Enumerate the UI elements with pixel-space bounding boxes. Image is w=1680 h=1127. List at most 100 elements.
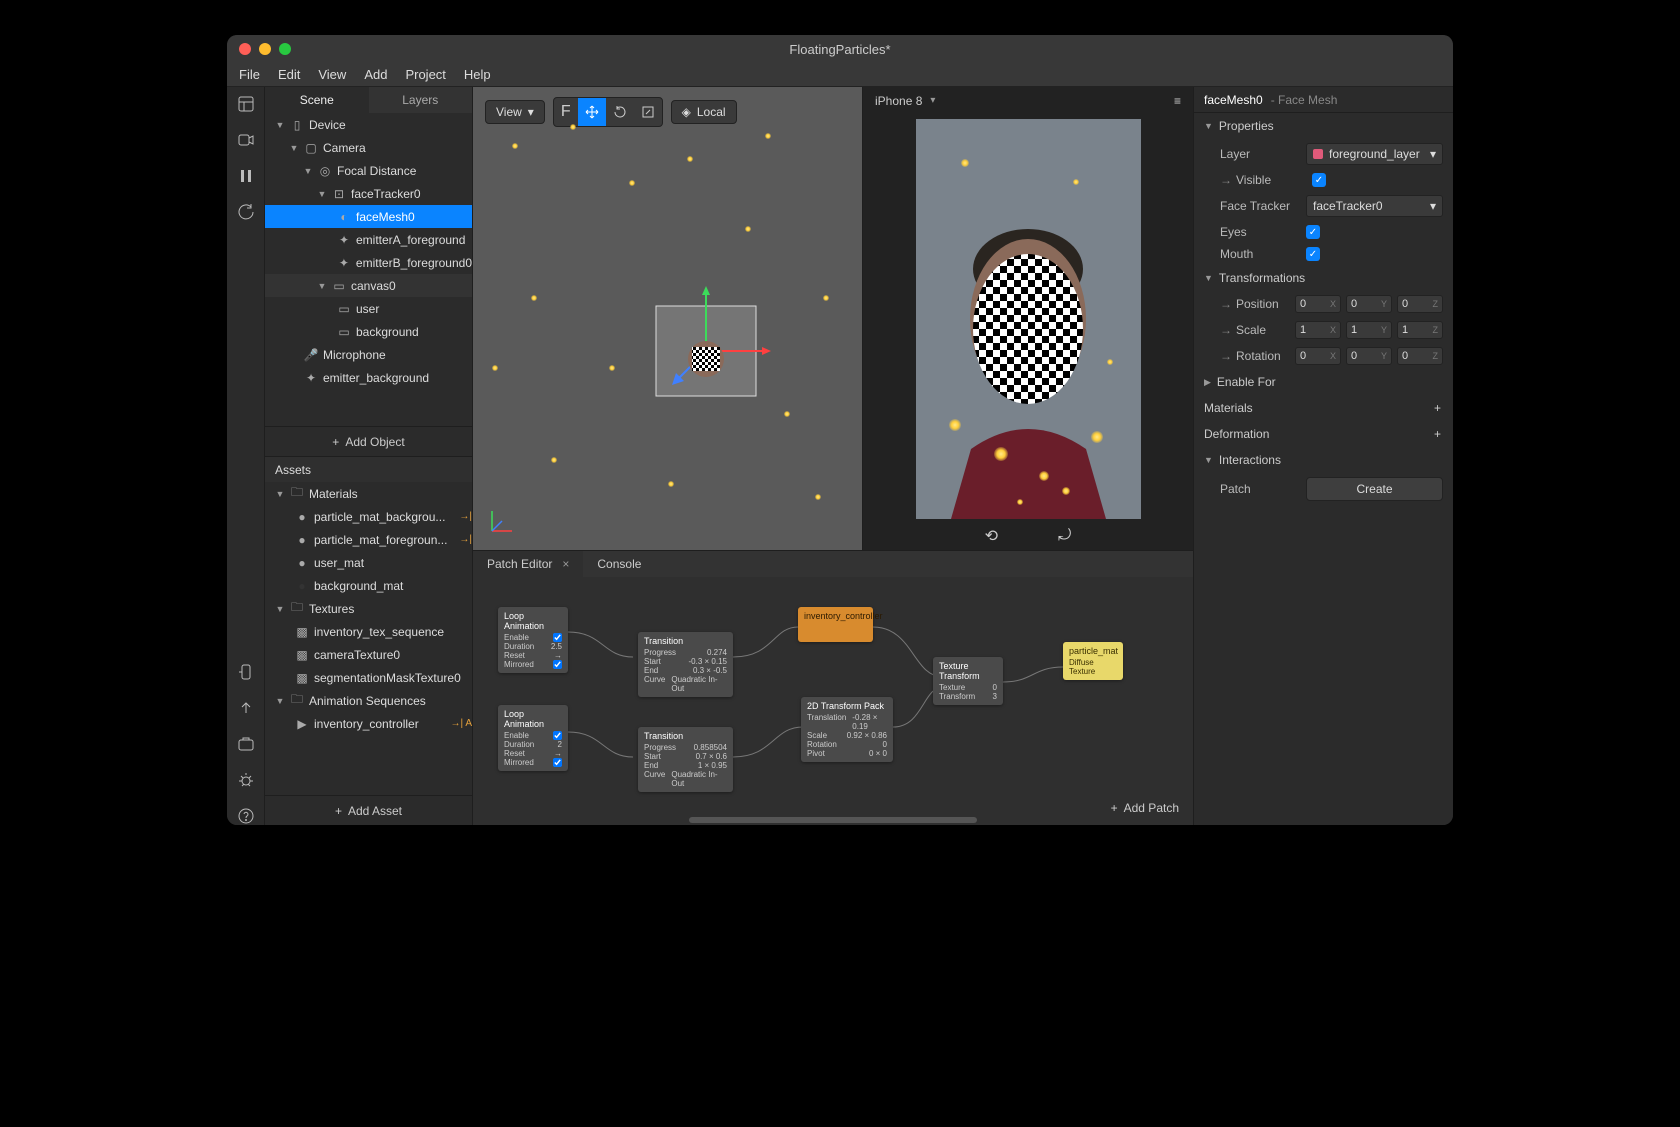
scene-item-user[interactable]: ▭user (265, 297, 472, 320)
section-transforms[interactable]: ▼Transformations (1194, 265, 1453, 291)
tool-rotate[interactable] (606, 98, 634, 126)
scene-item-canvas[interactable]: ▼▭canvas0 (265, 274, 472, 297)
mouth-checkbox[interactable]: ✓ (1306, 247, 1320, 261)
create-patch-button[interactable]: Create (1306, 477, 1443, 501)
section-materials[interactable]: Materials+ (1194, 395, 1453, 421)
asset-mat-back[interactable]: ●background_mat (265, 574, 472, 597)
tool-move[interactable] (578, 98, 606, 126)
pos-y-input[interactable]: 0Y (1346, 295, 1392, 313)
plus-icon: + (332, 435, 339, 449)
scl-x-input[interactable]: 1X (1295, 321, 1341, 339)
viewport-3d[interactable]: View▾ F ◈Local (473, 87, 863, 550)
preview-device[interactable]: iPhone 8 (875, 94, 922, 108)
chevron-down-icon[interactable]: ▾ (930, 95, 935, 106)
facetracker-select[interactable]: faceTracker0▾ (1306, 195, 1443, 217)
node-textransform[interactable]: Texture Transform Texture0 Transform3 (933, 657, 1003, 705)
help-icon[interactable] (237, 807, 255, 825)
node-transition1[interactable]: Transition Progress0.274 Start-0.3 × 0.1… (638, 632, 733, 697)
refresh-icon[interactable]: ⟲ (985, 526, 998, 546)
section-enablefor[interactable]: ▶Enable For (1194, 369, 1453, 395)
camera-icon[interactable] (237, 131, 255, 149)
scene-item-mic[interactable]: 🎤Microphone (265, 343, 472, 366)
asset-mat-user[interactable]: ●user_mat (265, 551, 472, 574)
asset-group-anim[interactable]: ▼🗀Animation Sequences (265, 689, 472, 712)
asset-group-materials[interactable]: ▼🗀Materials (265, 482, 472, 505)
node-loop1[interactable]: Loop Animation Enable Duration2.5 Reset→… (498, 607, 568, 673)
tab-layers[interactable]: Layers (369, 87, 473, 113)
asset-mat-fg[interactable]: ●particle_mat_foregroun...→| (265, 528, 472, 551)
menu-view[interactable]: View (318, 67, 346, 82)
refresh-icon[interactable] (237, 203, 255, 221)
rot-y-input[interactable]: 0Y (1346, 347, 1392, 365)
layout-icon[interactable] (237, 95, 255, 113)
library-icon[interactable] (237, 735, 255, 753)
node-particlemat[interactable]: particle_mat Diffuse Texture (1063, 642, 1123, 680)
preview-canvas[interactable] (916, 119, 1141, 519)
tab-console[interactable]: Console (583, 551, 655, 577)
window-title: FloatingParticles* (789, 42, 890, 57)
patch-canvas[interactable]: Loop Animation Enable Duration2.5 Reset→… (473, 577, 1193, 825)
scene-item-facetracker[interactable]: ▼⊡faceTracker0 (265, 182, 472, 205)
rot-z-input[interactable]: 0Z (1397, 347, 1443, 365)
scene-item-camera[interactable]: ▼▢Camera (265, 136, 472, 159)
node-inventory[interactable]: inventory_controller (798, 607, 873, 642)
transform-gizmo[interactable] (636, 281, 776, 421)
add-patch-button[interactable]: +Add Patch (1111, 801, 1179, 815)
pos-x-input[interactable]: 0X (1295, 295, 1341, 313)
menu-add[interactable]: Add (364, 67, 387, 82)
rot-x-input[interactable]: 0X (1295, 347, 1341, 365)
asset-tex-inv[interactable]: ▩inventory_tex_sequence (265, 620, 472, 643)
device-icon[interactable] (237, 663, 255, 681)
asset-mat-bg[interactable]: ●particle_mat_backgrou...→| (265, 505, 472, 528)
reset-icon[interactable]: ⤾ (1058, 527, 1071, 545)
tool-frame[interactable]: F (554, 98, 578, 126)
scl-y-input[interactable]: 1Y (1346, 321, 1392, 339)
menu-file[interactable]: File (239, 67, 260, 82)
section-properties[interactable]: ▼Properties (1194, 113, 1453, 139)
add-object-button[interactable]: +Add Object (265, 426, 472, 456)
asset-anim-inv[interactable]: ▶inventory_controller→| A (265, 712, 472, 735)
window-maximize[interactable] (279, 43, 291, 55)
local-toggle[interactable]: ◈Local (671, 100, 737, 124)
mesh-icon: ◐ (337, 210, 351, 224)
visible-checkbox[interactable]: ✓ (1312, 173, 1326, 187)
layer-select[interactable]: foreground_layer▾ (1306, 143, 1443, 165)
node-transition2[interactable]: Transition Progress0.858504 Start0.7 × 0… (638, 727, 733, 792)
scene-item-emittera[interactable]: ✦emitterA_foreground (265, 228, 472, 251)
node-2dpack[interactable]: 2D Transform Pack Translation-0.28 × 0.1… (801, 697, 893, 762)
bug-icon[interactable] (237, 771, 255, 789)
tab-scene[interactable]: Scene (265, 87, 369, 113)
scene-item-device[interactable]: ▼▯Device (265, 113, 472, 136)
asset-tex-cam[interactable]: ▩cameraTexture0 (265, 643, 472, 666)
upload-icon[interactable] (237, 699, 255, 717)
asset-group-textures[interactable]: ▼🗀Textures (265, 597, 472, 620)
scene-item-background[interactable]: ▭background (265, 320, 472, 343)
view-dropdown[interactable]: View▾ (485, 100, 545, 124)
scrollbar-horizontal[interactable] (689, 817, 977, 823)
plus-icon[interactable]: + (1434, 401, 1441, 415)
scene-item-emitterb[interactable]: ✦emitterB_foreground0 (265, 251, 472, 274)
scene-item-focal[interactable]: ▼◎Focal Distance (265, 159, 472, 182)
eyes-checkbox[interactable]: ✓ (1306, 225, 1320, 239)
menu-icon[interactable]: ≡ (1174, 94, 1181, 108)
tab-patch-editor[interactable]: Patch Editor× (473, 551, 583, 577)
section-interactions[interactable]: ▼Interactions (1194, 447, 1453, 473)
window-close[interactable] (239, 43, 251, 55)
section-deformation[interactable]: Deformation+ (1194, 421, 1453, 447)
asset-tex-seg[interactable]: ▩segmentationMaskTexture0 (265, 666, 472, 689)
pos-z-input[interactable]: 0Z (1397, 295, 1443, 313)
pause-icon[interactable] (237, 167, 255, 185)
plus-icon[interactable]: + (1434, 427, 1441, 441)
window-minimize[interactable] (259, 43, 271, 55)
tool-scale[interactable] (634, 98, 662, 126)
scene-item-facemesh[interactable]: ◐faceMesh0 (265, 205, 472, 228)
menu-edit[interactable]: Edit (278, 67, 300, 82)
menu-project[interactable]: Project (405, 67, 445, 82)
node-loop2[interactable]: Loop Animation Enable Duration2 Reset→ M… (498, 705, 568, 771)
scl-z-input[interactable]: 1Z (1397, 321, 1443, 339)
inspector-name: faceMesh0 (1204, 93, 1263, 107)
menu-help[interactable]: Help (464, 67, 491, 82)
scene-item-emitterbg[interactable]: ✦emitter_background (265, 366, 472, 389)
add-asset-button[interactable]: +Add Asset (265, 795, 472, 825)
close-icon[interactable]: × (562, 557, 569, 571)
